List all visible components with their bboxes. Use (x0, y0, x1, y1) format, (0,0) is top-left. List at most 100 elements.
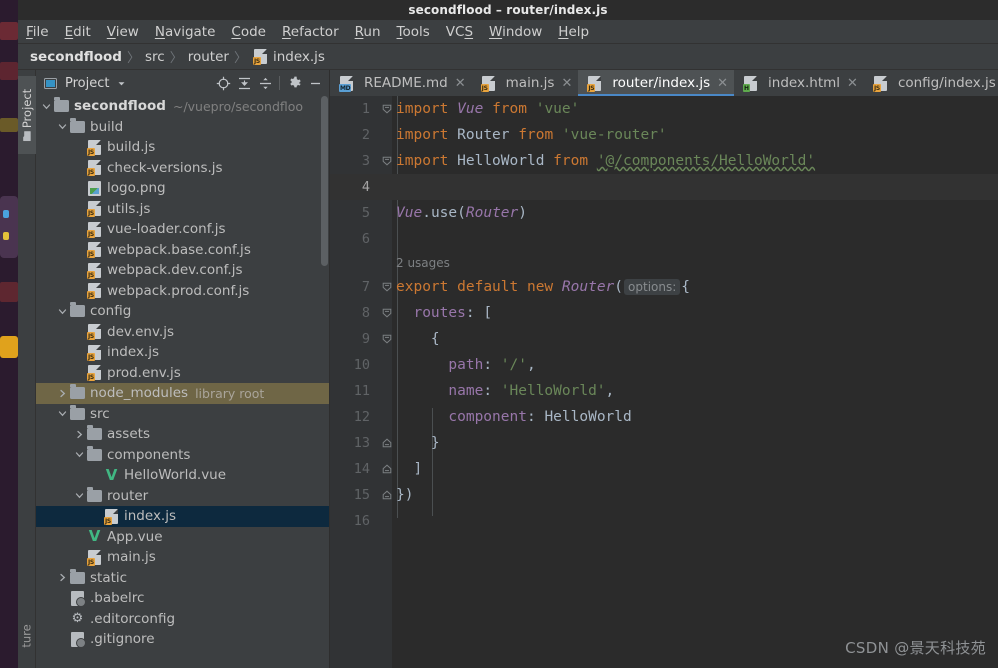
breadcrumb-item-router[interactable]: router (188, 49, 229, 65)
tree-item-src[interactable]: src (36, 404, 329, 425)
tree-expand-arrow-icon[interactable] (73, 428, 86, 441)
code-line-1[interactable]: 1 import Vue from 'vue' (330, 96, 998, 122)
code-line-12[interactable]: 12 component: HelloWorld (330, 404, 998, 430)
menu-file[interactable]: File (18, 22, 57, 42)
code-line-14[interactable]: 14 ] (330, 456, 998, 482)
tree-item-webpack-prod-conf-js[interactable]: JS webpack.prod.conf.js (36, 281, 329, 302)
menu-navigate[interactable]: Navigate (147, 22, 224, 42)
close-tab-icon[interactable]: ✕ (455, 76, 466, 91)
fold-marker[interactable] (380, 438, 394, 448)
tree-collapse-arrow-icon[interactable] (73, 448, 86, 461)
tree-item-components[interactable]: components (36, 445, 329, 466)
tree-item--gitignore[interactable]: .gitignore (36, 629, 329, 650)
fold-marker[interactable] (380, 464, 394, 474)
code-line-2[interactable]: 2 import Router from 'vue-router' (330, 122, 998, 148)
dock-icon-6[interactable] (3, 232, 9, 240)
fold-marker[interactable] (380, 156, 394, 166)
tree-expand-arrow-icon[interactable] (56, 387, 69, 400)
menu-window[interactable]: Window (481, 22, 550, 42)
tree-item-config[interactable]: config (36, 301, 329, 322)
fold-marker[interactable] (380, 334, 394, 344)
tree-item-utils-js[interactable]: JS utils.js (36, 199, 329, 220)
menu-edit[interactable]: Edit (57, 22, 99, 42)
code-line-5[interactable]: 5 Vue.use(Router) (330, 200, 998, 226)
editor-tab-index-html[interactable]: Hindex.html ✕ (734, 70, 864, 96)
dock-icon-7[interactable] (0, 282, 18, 302)
editor-tab-config-index-js[interactable]: JSconfig/index.js✕ (864, 70, 998, 96)
chevron-down-icon[interactable] (112, 74, 130, 92)
code-vision-usages[interactable]: . 2 usages (330, 252, 998, 274)
settings-gear-icon[interactable] (285, 74, 303, 92)
code-content[interactable]: 1 import Vue from 'vue' 2 import Router fro… (330, 96, 998, 668)
fold-marker[interactable] (380, 490, 394, 500)
breadcrumb-item-src[interactable]: src (145, 49, 165, 65)
tree-item-build[interactable]: build (36, 117, 329, 138)
code-line-16[interactable]: 16 (330, 508, 998, 534)
code-line-4[interactable]: 4 (330, 174, 998, 200)
hide-panel-icon[interactable] (306, 74, 324, 92)
tree-collapse-arrow-icon[interactable] (40, 100, 53, 113)
tree-item-build-js[interactable]: JS build.js (36, 137, 329, 158)
menu-tools[interactable]: Tools (389, 22, 438, 42)
tree-item-webpack-base-conf-js[interactable]: JS webpack.base.conf.js (36, 240, 329, 261)
dock-icon-1[interactable] (0, 22, 18, 40)
code-line-15[interactable]: 15}) (330, 482, 998, 508)
editor-tab-readme-md[interactable]: MD README.md ✕ (330, 70, 472, 96)
expand-all-icon[interactable] (235, 74, 253, 92)
tree-collapse-arrow-icon[interactable] (56, 305, 69, 318)
menu-code[interactable]: Code (223, 22, 274, 42)
tree-item--babelrc[interactable]: .babelrc (36, 588, 329, 609)
locate-file-icon[interactable] (214, 74, 232, 92)
tree-item-webpack-dev-conf-js[interactable]: JS webpack.dev.conf.js (36, 260, 329, 281)
tree-item-router[interactable]: router (36, 486, 329, 507)
fold-marker[interactable] (380, 104, 394, 114)
breadcrumb-item-secondflood[interactable]: secondflood (30, 49, 122, 65)
menu-vcs[interactable]: VCS (438, 22, 481, 42)
tree-item-assets[interactable]: assets (36, 424, 329, 445)
code-line-3[interactable]: 3 import HelloWorld from '@/components/He… (330, 148, 998, 174)
collapse-all-icon[interactable] (256, 74, 274, 92)
editor-tab-main-js[interactable]: JS main.js ✕ (472, 70, 579, 96)
tree-item-app-vue[interactable]: V App.vue (36, 527, 329, 548)
dock-icon-5[interactable] (3, 210, 9, 218)
tree-item-prod-env-js[interactable]: JS prod.env.js (36, 363, 329, 384)
code-line-8[interactable]: 8 routes: [ (330, 300, 998, 326)
tree-collapse-arrow-icon[interactable] (56, 407, 69, 420)
menu-refactor[interactable]: Refactor (274, 22, 347, 42)
tree-item-main-js[interactable]: JS main.js (36, 547, 329, 568)
code-line-9[interactable]: 9 { (330, 326, 998, 352)
code-line-13[interactable]: 13 } (330, 430, 998, 456)
tree-item-secondflood[interactable]: secondflood ~/vuepro/secondfloo (36, 96, 329, 117)
tree-item-vue-loader-conf-js[interactable]: JS vue-loader.conf.js (36, 219, 329, 240)
close-tab-icon[interactable]: ✕ (847, 76, 858, 91)
project-panel-scrollbar[interactable] (321, 96, 328, 266)
tree-item-helloworld-vue[interactable]: V HelloWorld.vue (36, 465, 329, 486)
tree-expand-arrow-icon[interactable] (56, 571, 69, 584)
tree-item-logo-png[interactable]: logo.png (36, 178, 329, 199)
close-tab-icon[interactable]: ✕ (717, 76, 728, 91)
dock-icon-8[interactable] (0, 336, 18, 358)
tree-item--editorconfig[interactable]: ⚙ .editorconfig (36, 609, 329, 630)
tree-collapse-arrow-icon[interactable] (73, 489, 86, 502)
tree-item-dev-env-js[interactable]: JS dev.env.js (36, 322, 329, 343)
tree-item-static[interactable]: static (36, 568, 329, 589)
tree-item-node-modules[interactable]: node_modules library root (36, 383, 329, 404)
tool-window-tab-structure[interactable]: ture (18, 606, 36, 666)
dock-icon-2[interactable] (0, 62, 18, 80)
fold-marker[interactable] (380, 282, 394, 292)
breadcrumb-item-index-js[interactable]: JS index.js (252, 49, 325, 65)
menu-view[interactable]: View (99, 22, 147, 42)
menu-help[interactable]: Help (550, 22, 597, 42)
dock-icon-3[interactable] (0, 118, 18, 132)
code-editor[interactable]: 1 import Vue from 'vue' 2 import Router fro… (330, 96, 998, 668)
code-line-10[interactable]: 10 path: '/', (330, 352, 998, 378)
code-line-7[interactable]: 7 export default new Router(options:{ (330, 274, 998, 300)
close-tab-icon[interactable]: ✕ (561, 76, 572, 91)
tool-window-tab-project[interactable]: Project (18, 76, 36, 154)
code-line-6[interactable]: 6 (330, 226, 998, 252)
tree-item-check-versions-js[interactable]: JS check-versions.js (36, 158, 329, 179)
menu-run[interactable]: Run (347, 22, 389, 42)
tree-item-index-js[interactable]: JS index.js (36, 342, 329, 363)
fold-marker[interactable] (380, 308, 394, 318)
dock-icon-4[interactable] (0, 196, 18, 258)
